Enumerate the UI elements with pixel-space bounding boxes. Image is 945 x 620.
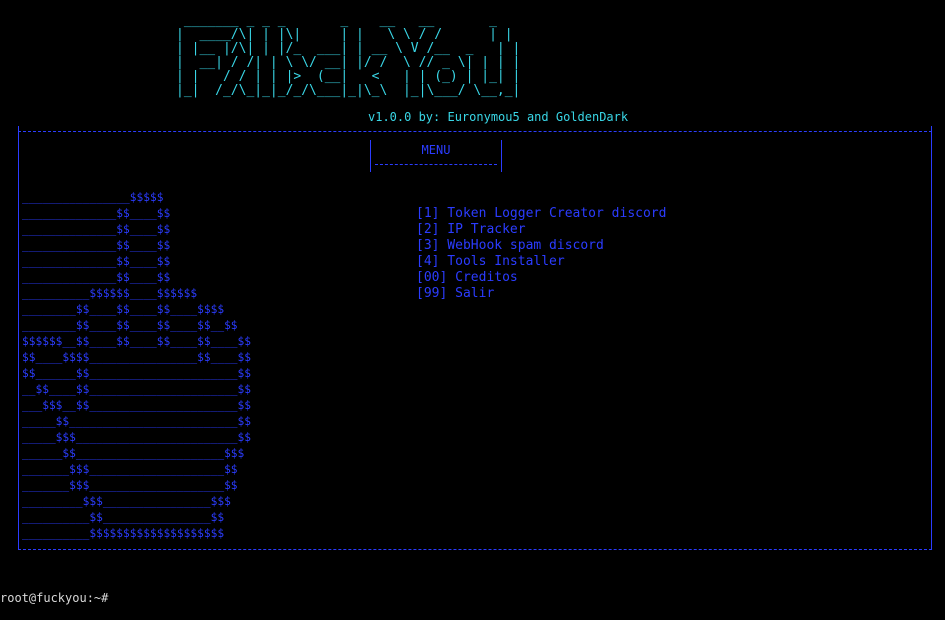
menu-option-creditos: [00] Creditos <box>416 270 518 285</box>
menu-option-ip-tracker: [2] IP Tracker <box>416 222 526 237</box>
menu-title: MENU <box>421 143 451 157</box>
shell-prompt[interactable]: root@fuckyou:~# <box>0 590 108 606</box>
frame-bottom-dash <box>18 549 932 550</box>
menu-title-underline <box>375 164 497 165</box>
menu-option-salir: [99] Salir <box>416 286 495 301</box>
version-credits: v1.0.0 by: Euronymou5 and GoldenDark <box>368 110 629 124</box>
frame-top-dash <box>18 131 932 132</box>
dollar-ascii-art: ________________$$$$$ ______________$$__… <box>22 191 252 540</box>
terminal-window[interactable]: _______ _ _ _ _ __ __ _ | ____/\| | |\| … <box>0 0 945 620</box>
menu-header-box: MENU <box>370 140 502 172</box>
menu-options-list: [1] Token Logger Creator discord [2] IP … <box>416 206 666 302</box>
ascii-banner: _______ _ _ _ _ __ __ _ | ____/\| | |\| … <box>176 13 521 98</box>
menu-option-tools-installer: [4] Tools Installer <box>416 254 565 269</box>
menu-option-webhook-spam: [3] WebHook spam discord <box>416 238 604 253</box>
menu-option-token-logger: [1] Token Logger Creator discord <box>416 206 667 221</box>
